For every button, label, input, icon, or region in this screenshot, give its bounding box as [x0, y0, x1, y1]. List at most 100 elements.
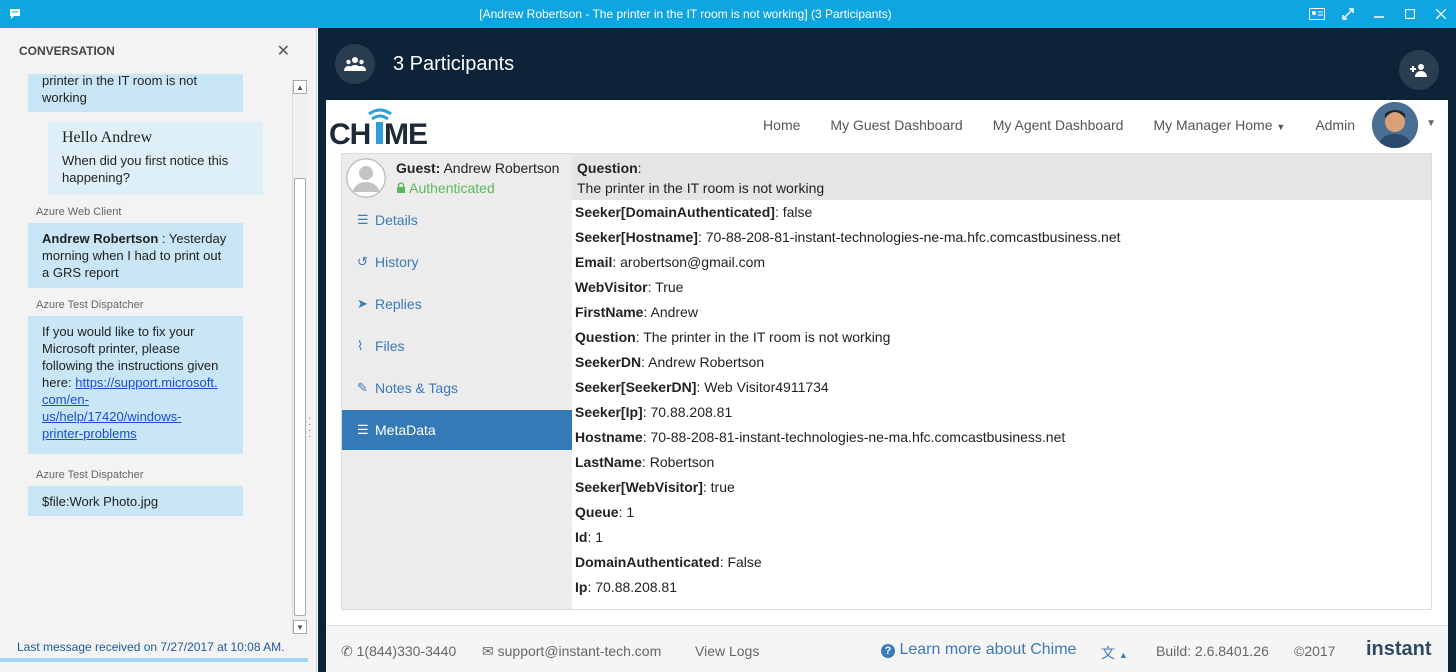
- message-line: printer in the IT room is not: [42, 74, 198, 88]
- message-sender: Azure Test Dispatcher: [36, 299, 144, 311]
- metadata-key: Seeker[SeekerDN]: [575, 379, 697, 395]
- metadata-value: 1: [626, 504, 635, 520]
- chat-app-icon[interactable]: [0, 0, 30, 28]
- top-nav: CH ME Home My Guest Dashboard My Agent D…: [326, 100, 1448, 151]
- metadata-key: Question: [575, 329, 636, 345]
- nav-agent-dashboard[interactable]: My Agent Dashboard: [993, 117, 1124, 133]
- sidebar-item-label: Files: [375, 338, 405, 354]
- auth-status: Authenticated: [409, 180, 495, 196]
- message-heading: Hello Andrew: [62, 129, 153, 146]
- caret-up-icon: ▲: [1118, 650, 1128, 660]
- sidebar-item-label: History: [375, 254, 419, 270]
- participants-label: 3 Participants: [393, 52, 515, 75]
- footer: ✆ 1(844)330-3440 ✉ support@instant-tech.…: [326, 625, 1448, 672]
- metadata-key: Email: [575, 254, 613, 270]
- learn-more-link[interactable]: ? Learn more about Chime: [881, 641, 1076, 659]
- conversation-scrollbar[interactable]: ▲ ▼: [292, 80, 307, 634]
- message-bubble: If you would like to fix your Microsoft …: [28, 316, 243, 454]
- nav-guest-dashboard[interactable]: My Guest Dashboard: [830, 117, 962, 133]
- sidebar-item-metadata[interactable]: ☰ MetaData: [342, 410, 572, 450]
- user-avatar[interactable]: [1372, 102, 1418, 148]
- status-divider: [0, 658, 308, 662]
- metadata-value: False: [727, 554, 762, 570]
- footer-email[interactable]: ✉ support@instant-tech.com: [482, 643, 661, 660]
- metadata-value: The printer in the IT room is not workin…: [643, 329, 891, 345]
- metadata-value: Web Visitor4911734: [704, 379, 829, 395]
- support-link[interactable]: printer-problems: [42, 426, 137, 441]
- chime-logo[interactable]: CH ME: [329, 104, 429, 151]
- list-icon: ☰: [357, 212, 369, 227]
- metadata-row: Seeker[Hostname]: 70-88-208-81-instant-t…: [575, 229, 1121, 245]
- nav-admin[interactable]: Admin: [1315, 117, 1355, 133]
- metadata-key: SeekerDN: [575, 354, 642, 370]
- instant-logo[interactable]: instant: [1366, 638, 1432, 661]
- message-line: When did you first notice this: [62, 153, 229, 168]
- metadata-key: Ip: [575, 579, 588, 595]
- guest-name: Andrew Robertson: [443, 160, 560, 176]
- message-line: here:: [42, 375, 76, 390]
- message-line: : Yesterday: [158, 231, 227, 246]
- nav-home[interactable]: Home: [763, 117, 800, 133]
- session-panel: Guest: Andrew Robertson Authenticated ☰ D…: [341, 153, 1432, 610]
- close-button[interactable]: [1425, 0, 1456, 28]
- participants-button[interactable]: [335, 44, 375, 84]
- copyright: ©2017: [1294, 643, 1336, 659]
- sidebar-item-history[interactable]: ↺ History: [357, 254, 419, 270]
- phone-icon: ✆: [341, 643, 353, 659]
- message-line: Microsoft printer, please: [42, 341, 181, 356]
- add-participant-button[interactable]: [1399, 50, 1439, 90]
- chime-web-panel: CH ME Home My Guest Dashboard My Agent D…: [326, 100, 1448, 672]
- add-person-icon: [1410, 64, 1427, 77]
- last-message-status: Last message received on 7/27/2017 at 10…: [17, 640, 285, 654]
- nav-manager-home[interactable]: My Manager Home ▼: [1153, 117, 1285, 133]
- close-conversation-icon[interactable]: ✕: [277, 41, 290, 61]
- metadata-value: 70.88.208.81: [595, 579, 677, 595]
- metadata-value: Andrew: [650, 304, 698, 320]
- support-link[interactable]: https://support.microsoft.: [75, 375, 217, 390]
- question-label: Question: [577, 160, 638, 176]
- message-line: If you would like to fix your: [42, 324, 195, 339]
- question-text: The printer in the IT room is not workin…: [577, 180, 825, 196]
- session-sidebar: Guest: Andrew Robertson Authenticated ☰ D…: [342, 154, 572, 609]
- scroll-down-arrow[interactable]: ▼: [293, 620, 307, 634]
- metadata-row: SeekerDN: Andrew Robertson: [575, 354, 765, 370]
- message-bubble: printer in the IT room is not working: [28, 74, 243, 112]
- message-bubble: $file:Work Photo.jpg: [28, 486, 243, 516]
- build-version: Build: 2.6.8401.26: [1156, 643, 1269, 659]
- svg-text:ME: ME: [384, 118, 427, 148]
- metadata-row: Id: 1: [575, 529, 604, 545]
- metadata-row: Ip: 70.88.208.81: [575, 579, 677, 595]
- window-titlebar: [Andrew Robertson - The printer in the I…: [0, 0, 1456, 28]
- expand-icon[interactable]: [1332, 0, 1363, 28]
- contact-card-icon[interactable]: [1301, 0, 1332, 28]
- sidebar-item-label: MetaData: [375, 422, 436, 438]
- sidebar-item-details[interactable]: ☰ Details: [357, 212, 418, 228]
- message-list[interactable]: printer in the IT room is not working He…: [0, 74, 292, 634]
- metadata-list: Seeker[DomainAuthenticated]: false Seeke…: [575, 200, 1425, 600]
- support-link[interactable]: com/en-: [42, 392, 89, 407]
- message-bubble: Andrew Robertson : Yesterday morning whe…: [28, 223, 243, 288]
- question-band: Question: The printer in the IT room is …: [572, 154, 1431, 200]
- message-sender: Azure Web Client: [36, 206, 122, 218]
- scroll-thumb[interactable]: [294, 178, 306, 616]
- guest-header: Guest: Andrew Robertson Authenticated: [342, 154, 572, 202]
- scroll-up-arrow[interactable]: ▲: [293, 80, 307, 94]
- footer-phone[interactable]: ✆ 1(844)330-3440: [341, 643, 456, 660]
- sidebar-item-notes-tags[interactable]: ✎ Notes & Tags: [357, 380, 458, 396]
- question-circle-icon: ?: [881, 644, 895, 658]
- language-selector[interactable]: 文 ▲: [1101, 643, 1128, 663]
- metadata-row: Queue: 1: [575, 504, 635, 520]
- sidebar-item-replies[interactable]: ➤ Replies: [357, 296, 422, 312]
- message-line: following the instructions given: [42, 358, 219, 373]
- message-bubble: Hello Andrew When did you first notice t…: [48, 122, 263, 195]
- support-link[interactable]: us/help/17420/windows-: [42, 409, 181, 424]
- minimize-button[interactable]: [1363, 0, 1394, 28]
- maximize-button[interactable]: [1394, 0, 1425, 28]
- phone-number: 1(844)330-3440: [356, 643, 457, 659]
- user-menu-caret-icon[interactable]: ▼: [1426, 118, 1436, 129]
- metadata-row: Seeker[WebVisitor]: true: [575, 479, 735, 495]
- sidebar-item-files[interactable]: ⌇ Files: [357, 338, 405, 354]
- splitter-handle[interactable]: · · · ·: [308, 414, 311, 442]
- view-logs-link[interactable]: View Logs: [695, 643, 759, 659]
- svg-text:CH: CH: [329, 118, 370, 148]
